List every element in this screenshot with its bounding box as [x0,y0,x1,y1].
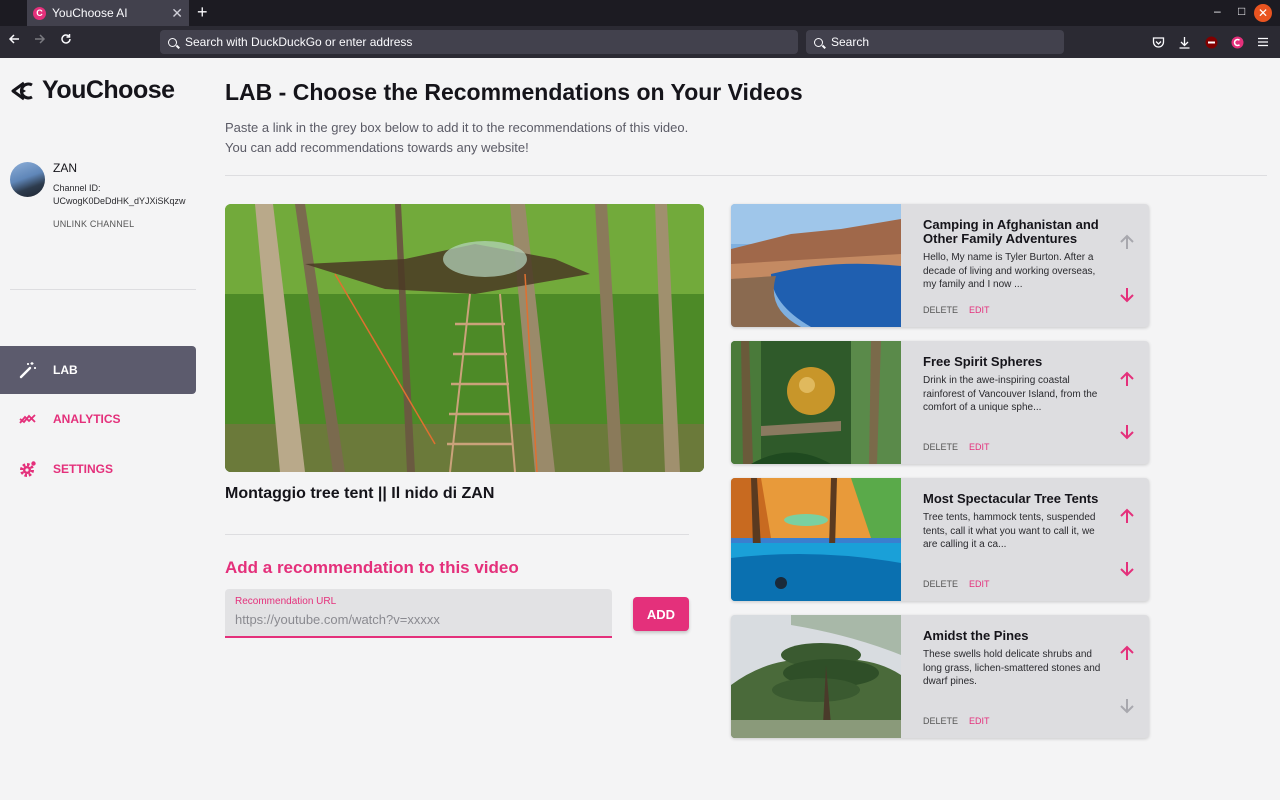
arrow-up-icon[interactable] [1117,506,1137,526]
ublock-icon[interactable] [1204,35,1218,49]
gear-icon [18,459,38,479]
delete-button[interactable]: DELETE [923,305,958,315]
arrow-down-icon[interactable] [1117,285,1137,305]
profile-name: ZAN [53,161,77,175]
youchoose-extension-icon[interactable] [1230,35,1244,49]
video-title: Montaggio tree tent || Il nido di ZAN [225,485,495,502]
sidebar-divider [10,289,196,290]
edit-button[interactable]: EDIT [969,442,990,452]
add-button[interactable]: ADD [633,597,689,631]
minimize-icon[interactable]: – [1214,4,1221,18]
recommendation-url-label: Recommendation URL [235,596,337,607]
page-subtitle: Paste a link in the grey box below to ad… [225,120,689,135]
recommendation-thumbnail[interactable] [731,341,901,464]
recommendation-title: Most Spectacular Tree Tents [923,491,1099,506]
sidebar-item-label: SETTINGS [53,462,114,476]
recommendation-thumbnail[interactable] [731,478,901,601]
channel-profile: ZAN Channel ID: UCwogK0DeDdHK_dYJXiSKqzw… [10,161,186,229]
logo-icon [11,81,33,100]
browser-nav-bar: Search with DuckDuckGo or enter address … [0,26,1280,58]
arrow-down-icon [1117,696,1137,716]
recommendation-card: Free Spirit Spheres Drink in the awe-ins… [731,341,1149,464]
arrow-up-icon[interactable] [1117,369,1137,389]
page-title: LAB - Choose the Recommendations on Your… [225,79,803,105]
hamburger-menu-icon[interactable] [1256,35,1270,49]
pocket-icon[interactable] [1151,35,1165,49]
recommendation-card: Most Spectacular Tree Tents Tree tents, … [731,478,1149,601]
browser-tab[interactable]: C YouChoose AI ✕ [27,0,189,26]
recommendation-thumbnail[interactable] [731,615,901,738]
search-icon [168,37,177,47]
magic-wand-icon [18,360,38,380]
recommendation-card: Amidst the Pines These swells hold delic… [731,615,1149,738]
browser-search-bar[interactable]: Search [806,30,1064,54]
recommendation-title: Free Spirit Spheres [923,354,1043,369]
download-icon[interactable] [1177,35,1191,49]
sidebar-item-label: LAB [53,363,78,377]
tab-close-icon[interactable]: ✕ [171,5,183,22]
channel-id-value: UCwogK0DeDdHK_dYJXiSKqzw [53,196,186,206]
unlink-channel-button[interactable]: UNLINK CHANNEL [53,219,186,229]
delete-button[interactable]: DELETE [923,442,958,452]
recommendation-description: Hello, My name is Tyler Burton. After a … [923,252,1096,290]
delete-button[interactable]: DELETE [923,716,958,726]
video-divider [225,534,689,535]
avatar [10,162,45,197]
recommendation-description: These swells hold delicate shrubs and lo… [923,649,1101,687]
sidebar-item-label: ANALYTICS [53,412,121,426]
recommendation-description: Drink in the awe-inspiring coastal rainf… [923,375,1098,413]
reload-icon[interactable] [60,33,72,49]
browser-tab-bar: C YouChoose AI ✕ + – □ ✕ [0,0,1280,26]
edit-button[interactable]: EDIT [969,716,990,726]
app-page: YouChoose ZAN Channel ID: UCwogK0DeDdHK_… [0,58,1280,800]
youchoose-favicon-icon: C [33,6,46,20]
arrow-down-icon[interactable] [1117,559,1137,579]
maximize-icon[interactable]: □ [1238,4,1245,18]
recommendation-url-field[interactable]: Recommendation URL [225,589,612,638]
forward-icon[interactable] [34,33,46,49]
page-subtitle: You can add recommendations towards any … [225,140,529,155]
edit-button[interactable]: EDIT [969,305,990,315]
address-bar[interactable]: Search with DuckDuckGo or enter address [160,30,798,54]
recommendation-description: Tree tents, hammock tents, suspended ten… [923,512,1096,550]
channel-id-label: Channel ID: [53,183,101,193]
sidebar-item-analytics[interactable]: ANALYTICS [0,395,196,443]
recommendation-thumbnail[interactable] [731,204,901,327]
video-thumbnail[interactable] [225,204,704,472]
arrow-up-icon[interactable] [1117,643,1137,663]
trend-icon [18,409,38,429]
tree-tent-image [225,204,704,472]
add-recommendation-heading: Add a recommendation to this video [225,558,519,577]
header-divider [225,175,1267,176]
recommendation-title: Amidst the Pines [923,628,1029,643]
address-placeholder: Search with DuckDuckGo or enter address [185,35,413,49]
new-tab-button[interactable]: + [197,2,208,22]
back-icon[interactable] [8,33,20,49]
edit-button[interactable]: EDIT [969,579,990,589]
delete-button[interactable]: DELETE [923,579,958,589]
window-close-icon[interactable]: ✕ [1254,4,1272,22]
recommendation-url-input[interactable] [235,612,595,627]
sidebar-item-settings[interactable]: SETTINGS [0,445,196,493]
youchoose-logo[interactable]: YouChoose [10,76,175,105]
recommendation-title: Camping in Afghanistan and Other Family … [923,217,1099,246]
recommendation-card: Camping in Afghanistan and Other Family … [731,204,1149,327]
arrow-up-icon [1117,232,1137,252]
search-placeholder: Search [831,35,870,49]
search-icon [814,37,823,47]
sidebar-item-lab[interactable]: LAB [0,346,196,394]
arrow-down-icon[interactable] [1117,422,1137,442]
brand-name: YouChoose [42,76,175,104]
tab-title: YouChoose AI [52,6,128,20]
